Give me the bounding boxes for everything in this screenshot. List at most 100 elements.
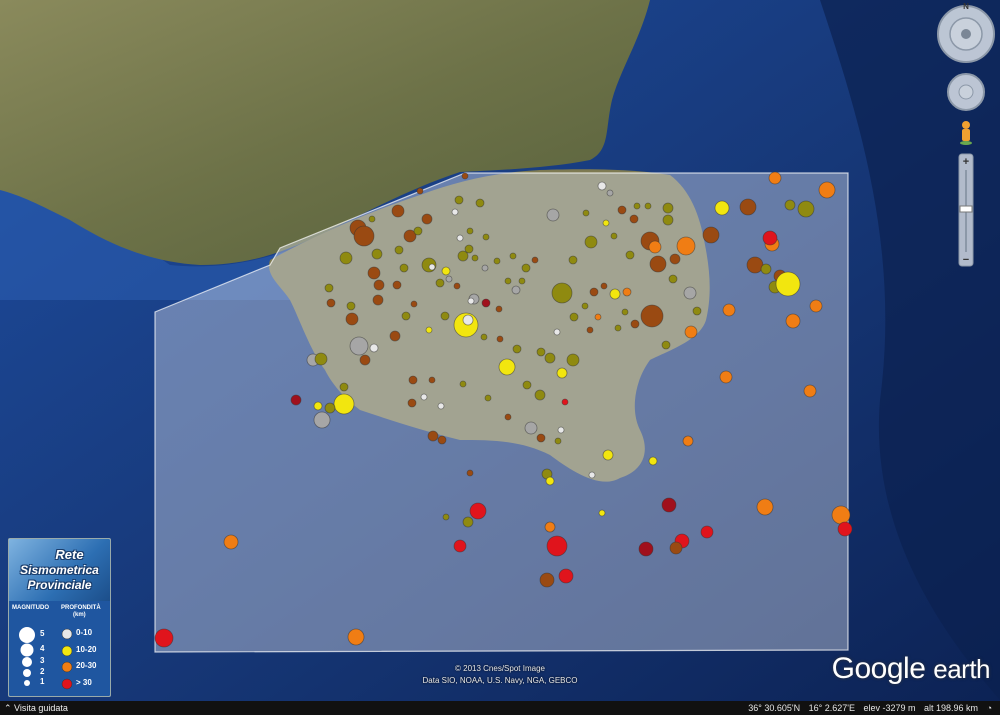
earthquake-marker[interactable]	[719, 370, 733, 384]
earthquake-marker[interactable]	[223, 534, 239, 550]
earthquake-marker[interactable]	[648, 240, 662, 254]
satellite-map[interactable]: N + −	[0, 0, 1000, 715]
earthquake-marker[interactable]	[746, 256, 764, 274]
earthquake-marker[interactable]	[521, 263, 531, 273]
earthquake-marker[interactable]	[471, 254, 479, 262]
earthquake-marker[interactable]	[347, 628, 365, 646]
earthquake-marker[interactable]	[600, 282, 608, 290]
earthquake-marker[interactable]	[621, 308, 629, 316]
earthquake-marker[interactable]	[803, 384, 817, 398]
earthquake-marker[interactable]	[684, 325, 698, 339]
earthquake-marker[interactable]	[544, 521, 556, 533]
earthquake-marker[interactable]	[441, 266, 451, 276]
earthquake-marker[interactable]	[602, 219, 610, 227]
earthquake-marker[interactable]	[668, 274, 678, 284]
earthquake-marker[interactable]	[702, 226, 720, 244]
earthquake-marker[interactable]	[775, 271, 801, 297]
earthquake-marker[interactable]	[469, 502, 487, 520]
earthquake-marker[interactable]	[784, 199, 796, 211]
earthquake-marker[interactable]	[493, 257, 501, 265]
earthquake-marker[interactable]	[630, 319, 640, 329]
earthquake-marker[interactable]	[389, 330, 401, 342]
earthquake-marker[interactable]	[536, 347, 546, 357]
earthquake-marker[interactable]	[785, 313, 801, 329]
earthquake-marker[interactable]	[324, 283, 334, 293]
earthquake-marker[interactable]	[597, 181, 607, 191]
earthquake-marker[interactable]	[504, 413, 512, 421]
earthquake-marker[interactable]	[392, 280, 402, 290]
earthquake-marker[interactable]	[598, 509, 606, 517]
earthquake-marker[interactable]	[435, 278, 445, 288]
earthquake-marker[interactable]	[440, 311, 450, 321]
earthquake-marker[interactable]	[453, 282, 461, 290]
earthquake-marker[interactable]	[669, 253, 681, 265]
earthquake-marker[interactable]	[346, 301, 356, 311]
earthquake-marker[interactable]	[324, 402, 336, 414]
earthquake-marker[interactable]	[498, 358, 516, 376]
earthquake-marker[interactable]	[512, 344, 522, 354]
earthquake-marker[interactable]	[722, 303, 736, 317]
zoom-in-button[interactable]: +	[963, 156, 969, 168]
earthquake-marker[interactable]	[586, 326, 594, 334]
earthquake-marker[interactable]	[714, 200, 730, 216]
earthquake-marker[interactable]	[353, 225, 375, 247]
earthquake-marker[interactable]	[617, 205, 627, 215]
earthquake-marker[interactable]	[504, 277, 512, 285]
earthquake-marker[interactable]	[482, 233, 490, 241]
earthquake-marker[interactable]	[633, 202, 641, 210]
earthquake-marker[interactable]	[454, 195, 464, 205]
zoom-out-button[interactable]: −	[963, 254, 969, 266]
earthquake-marker[interactable]	[558, 568, 574, 584]
earthquake-marker[interactable]	[371, 248, 383, 260]
earthquake-marker[interactable]	[566, 353, 580, 367]
earthquake-marker[interactable]	[408, 375, 418, 385]
earthquake-marker[interactable]	[509, 252, 517, 260]
earthquake-marker[interactable]	[676, 236, 696, 256]
earthquake-marker[interactable]	[313, 411, 331, 429]
earthquake-marker[interactable]	[359, 354, 371, 366]
earthquake-marker[interactable]	[602, 449, 614, 461]
earthquake-marker[interactable]	[531, 256, 539, 264]
earthquake-marker[interactable]	[407, 398, 417, 408]
earthquake-marker[interactable]	[625, 250, 635, 260]
earthquake-marker[interactable]	[464, 244, 474, 254]
earthquake-marker[interactable]	[588, 471, 596, 479]
earthquake-marker[interactable]	[451, 208, 459, 216]
zoom-thumb[interactable]	[959, 205, 973, 213]
earthquake-marker[interactable]	[420, 393, 428, 401]
earthquake-marker[interactable]	[437, 435, 447, 445]
earthquake-marker[interactable]	[682, 435, 694, 447]
earthquake-marker[interactable]	[589, 287, 599, 297]
earthquake-marker[interactable]	[511, 285, 521, 295]
earthquake-marker[interactable]	[410, 300, 418, 308]
earthquake-marker[interactable]	[462, 314, 474, 326]
earthquake-marker[interactable]	[692, 306, 702, 316]
earthquake-marker[interactable]	[683, 286, 697, 300]
earthquake-marker[interactable]	[339, 382, 349, 392]
earthquake-marker[interactable]	[524, 421, 538, 435]
earthquake-marker[interactable]	[569, 312, 579, 322]
earthquake-marker[interactable]	[768, 171, 782, 185]
earthquake-marker[interactable]	[428, 263, 436, 271]
earthquake-marker[interactable]	[401, 311, 411, 321]
earthquake-marker[interactable]	[495, 305, 503, 313]
earthquake-marker[interactable]	[546, 208, 560, 222]
earthquake-marker[interactable]	[544, 352, 556, 364]
earthquake-marker[interactable]	[762, 230, 778, 246]
earthquake-marker[interactable]	[568, 255, 578, 265]
earthquake-marker[interactable]	[606, 189, 614, 197]
earthquake-marker[interactable]	[349, 336, 369, 356]
earthquake-marker[interactable]	[837, 521, 853, 537]
earthquake-marker[interactable]	[584, 235, 598, 249]
earthquake-marker[interactable]	[594, 313, 602, 321]
earthquake-marker[interactable]	[391, 204, 405, 218]
earthquake-marker[interactable]	[399, 263, 409, 273]
earthquake-marker[interactable]	[496, 335, 504, 343]
earthquake-marker[interactable]	[662, 214, 674, 226]
earthquake-marker[interactable]	[700, 525, 714, 539]
earthquake-marker[interactable]	[518, 277, 526, 285]
earthquake-marker[interactable]	[367, 266, 381, 280]
earthquake-marker[interactable]	[551, 282, 573, 304]
earthquake-marker[interactable]	[445, 275, 453, 283]
earthquake-marker[interactable]	[453, 539, 467, 553]
